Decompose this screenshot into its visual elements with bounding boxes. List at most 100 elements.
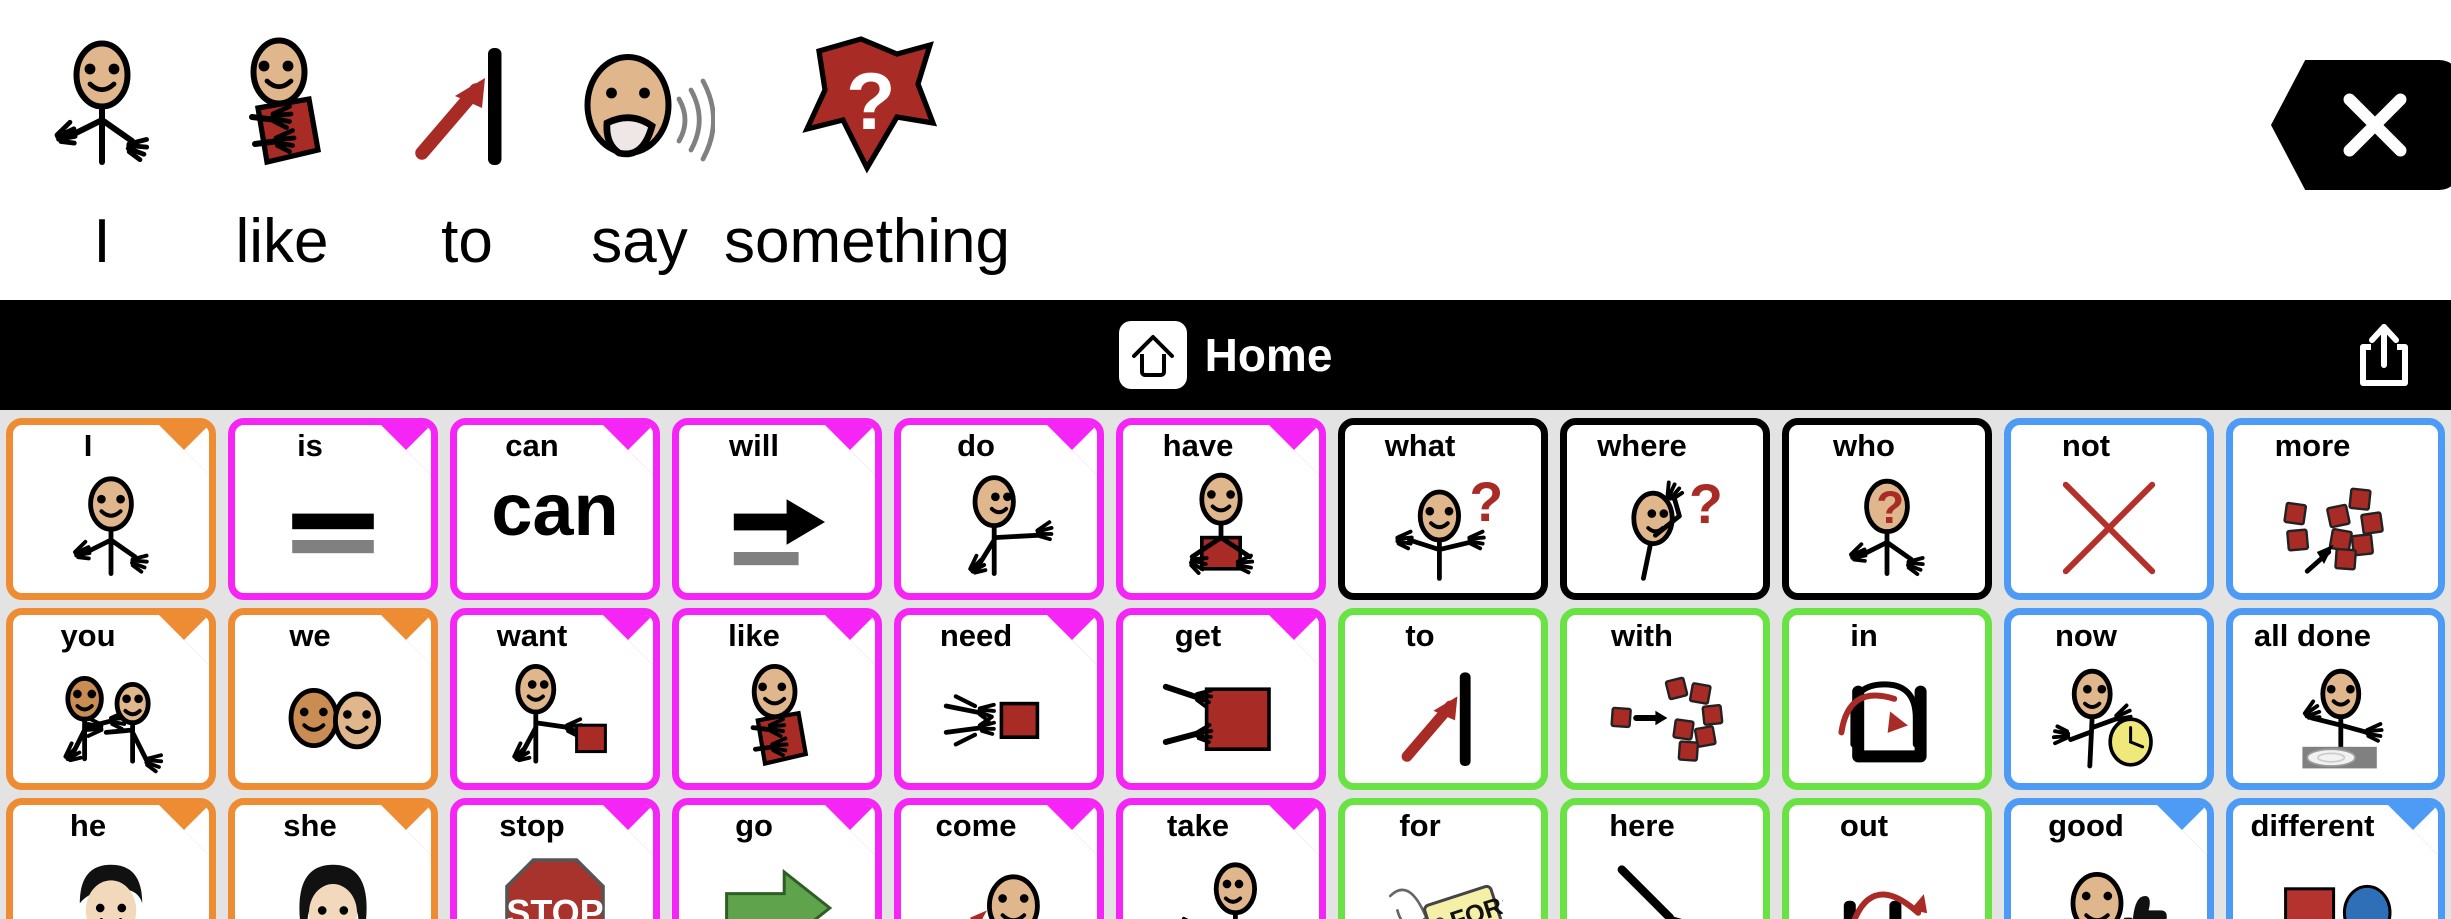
- word-button-different[interactable]: different: [2226, 798, 2445, 919]
- word-button-label: she: [283, 809, 337, 843]
- word-button-need[interactable]: need: [894, 608, 1104, 790]
- sentence-word-say[interactable]: say: [552, 0, 727, 300]
- word-button-come[interactable]: come: [894, 798, 1104, 919]
- word-button-label: for: [1399, 809, 1441, 843]
- grid-cell: need: [888, 604, 1110, 794]
- word-button-here[interactable]: here: [1560, 798, 1770, 919]
- grid-cell: in: [1776, 604, 1998, 794]
- word-button-label: get: [1174, 619, 1222, 653]
- face-speaking-icon: [565, 0, 715, 210]
- word-button-in[interactable]: in: [1782, 608, 1992, 790]
- word-button-for[interactable]: for FOR:: [1338, 798, 1548, 919]
- word-button-stop[interactable]: stop STOP: [450, 798, 660, 919]
- word-button-all-done[interactable]: all done: [2226, 608, 2445, 790]
- word-button-not[interactable]: not: [2004, 418, 2214, 600]
- word-button-what[interactable]: what?: [1338, 418, 1548, 600]
- grid-row: you we want like need get to with in now all done: [0, 604, 2451, 794]
- word-button-is[interactable]: is: [228, 418, 438, 600]
- share-button[interactable]: [2353, 322, 2415, 388]
- word-button-label: need: [939, 619, 1013, 653]
- word-button-take[interactable]: take: [1116, 798, 1326, 919]
- word-button-label: good: [2048, 809, 2124, 843]
- vocabulary-grid[interactable]: Iis can can will do have what? where? who? not mor…: [0, 410, 2451, 919]
- word-button-who[interactable]: who?: [1782, 418, 1992, 600]
- arrow-into-container-icon: [1789, 655, 1985, 781]
- close-icon: [2329, 79, 2421, 171]
- grid-cell: now: [1998, 604, 2220, 794]
- person-holding-heart-card-icon: [207, 0, 357, 210]
- home-button[interactable]: Home: [1118, 321, 1332, 389]
- sentence-word-like[interactable]: like: [182, 0, 382, 300]
- word-button-label: where: [1597, 429, 1687, 463]
- blocks-arrow-more-icon: [2233, 465, 2438, 591]
- grid-cell: all done: [2220, 604, 2451, 794]
- sentence-word-label: say: [591, 207, 688, 276]
- word-button-more[interactable]: more: [2226, 418, 2445, 600]
- sentence-word-label: I: [93, 207, 111, 276]
- close-button[interactable]: [2271, 60, 2451, 190]
- gift-tag-for-icon: FOR:: [1345, 845, 1541, 919]
- word-button-we[interactable]: we: [228, 608, 438, 790]
- word-button-can[interactable]: can can: [450, 418, 660, 600]
- grid-cell: here: [1554, 794, 1776, 919]
- word-button-to[interactable]: to: [1338, 608, 1548, 790]
- sentence-word-to[interactable]: to: [382, 0, 552, 300]
- word-button-good[interactable]: good: [2004, 798, 2214, 919]
- grid-cell: take: [1110, 794, 1332, 919]
- word-button-will[interactable]: will: [672, 418, 882, 600]
- red-blob-question-icon: ?: [792, 0, 942, 210]
- sentence-word-strip[interactable]: Ilike to say ? something: [0, 0, 1010, 300]
- word-button-i[interactable]: I: [6, 418, 216, 600]
- grid-cell: who?: [1776, 414, 1998, 604]
- grid-cell: do: [888, 414, 1110, 604]
- word-button-label: you: [60, 619, 116, 653]
- grid-cell: come: [888, 794, 1110, 919]
- red-x-cross-icon: [2011, 465, 2207, 591]
- word-button-label: take: [1166, 809, 1230, 843]
- word-button-where[interactable]: where?: [1560, 418, 1770, 600]
- grid-cell: he: [0, 794, 222, 919]
- word-button-do[interactable]: do: [894, 418, 1104, 600]
- hands-grabbing-box-icon: [1123, 655, 1319, 781]
- word-button-have[interactable]: have: [1116, 418, 1326, 600]
- word-button-now[interactable]: now: [2004, 608, 2214, 790]
- grid-cell: with: [1554, 604, 1776, 794]
- word-button-label: all done: [2253, 619, 2372, 653]
- word-button-label: want: [496, 619, 568, 653]
- person-reaching-icon: [901, 465, 1097, 591]
- word-button-label: here: [1609, 809, 1675, 843]
- svg-text:?: ?: [1469, 471, 1503, 533]
- word-button-like[interactable]: like: [672, 608, 882, 790]
- word-button-go[interactable]: go: [672, 798, 882, 919]
- arrow-right-bar-icon: [679, 465, 875, 591]
- grid-cell: she: [222, 794, 444, 919]
- person-holding-heart-card-icon: [679, 655, 875, 781]
- toolbar: Home: [0, 300, 2451, 410]
- word-button-get[interactable]: get: [1116, 608, 1326, 790]
- person-taking-object-icon: [1123, 845, 1319, 919]
- word-button-she[interactable]: she: [228, 798, 438, 919]
- sentence-word-i[interactable]: I: [22, 0, 182, 300]
- arrow-to-bar-icon: [1345, 655, 1541, 781]
- word-button-he[interactable]: he: [6, 798, 216, 919]
- word-button-want[interactable]: want: [450, 608, 660, 790]
- grid-cell: out: [1776, 794, 1998, 919]
- grid-cell: have: [1110, 414, 1332, 604]
- word-button-label: stop: [499, 809, 565, 843]
- red-square-blue-circle-icon: [2233, 845, 2438, 919]
- word-button-with[interactable]: with: [1560, 608, 1770, 790]
- word-button-label: out: [1839, 809, 1889, 843]
- word-button-label: will: [729, 429, 779, 463]
- word-button-out[interactable]: out: [1782, 798, 1992, 919]
- person-holding-box-icon: [1123, 465, 1319, 591]
- grid-cell: for FOR:: [1332, 794, 1554, 919]
- word-button-label: different: [2250, 809, 2375, 843]
- word-button-label: like: [728, 619, 780, 653]
- sentence-bar[interactable]: Ilike to say ? something: [0, 0, 2451, 300]
- sentence-word-something[interactable]: ? something: [724, 0, 1010, 300]
- home-icon: [1118, 321, 1187, 389]
- svg-text:STOP: STOP: [506, 892, 603, 919]
- word-button-label: I: [83, 429, 93, 463]
- person-pointing-clock-icon: [2011, 655, 2207, 781]
- word-button-you[interactable]: you: [6, 608, 216, 790]
